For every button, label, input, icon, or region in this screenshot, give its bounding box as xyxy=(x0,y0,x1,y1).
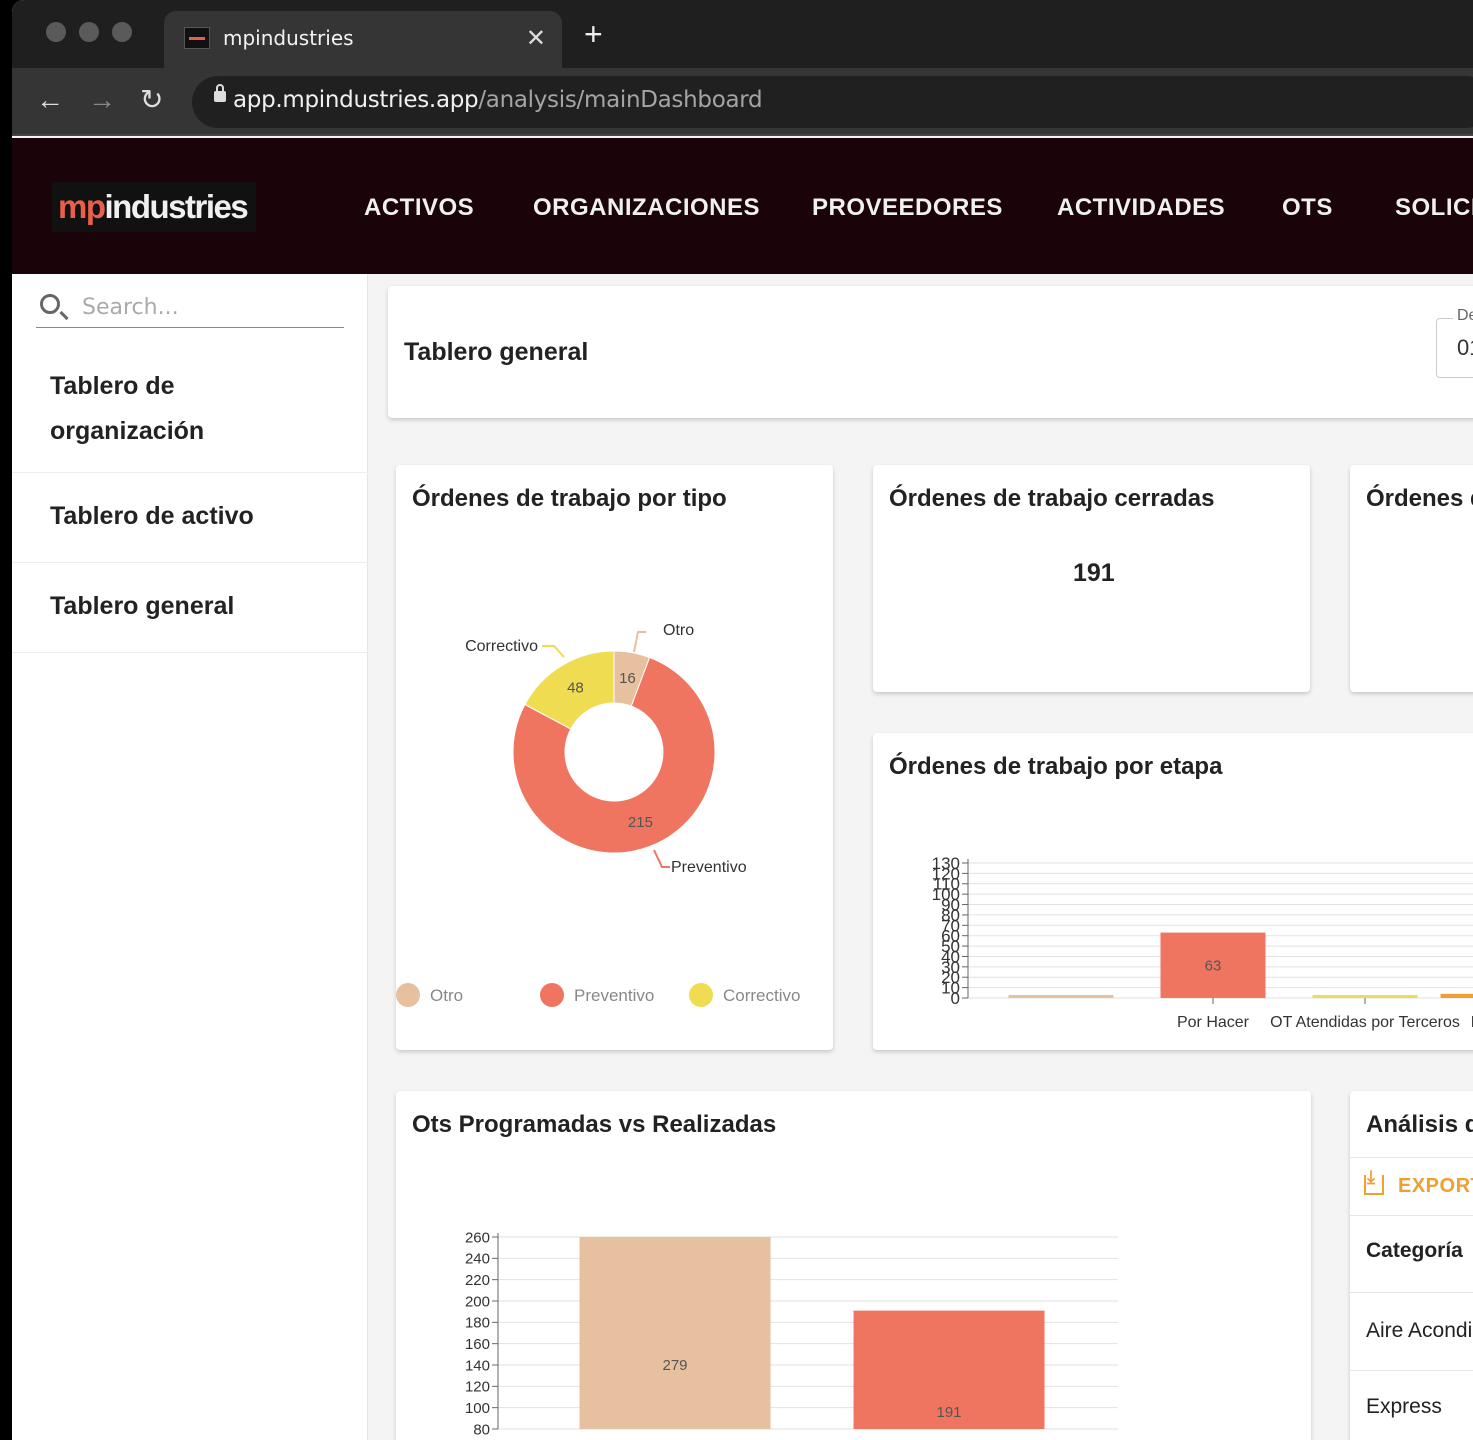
legend-swatch xyxy=(396,983,420,1007)
x-tick-label: Por Hacer xyxy=(1177,1014,1250,1031)
y-tick-label: 130 xyxy=(932,854,960,873)
bar[interactable] xyxy=(1440,993,1473,998)
sidebar-item-tablero-general[interactable]: Tablero general xyxy=(12,563,368,653)
y-tick-label: 140 xyxy=(465,1357,490,1374)
legend-swatch xyxy=(540,983,564,1007)
pie-callout-line xyxy=(653,849,670,868)
nav-proveedores[interactable]: PROVEEDORES xyxy=(812,194,1003,222)
bar-value-label: 191 xyxy=(936,1404,961,1421)
x-tick-label: OT Atendidas por Terceros xyxy=(1270,1014,1460,1031)
sidebar-item-label: organización xyxy=(50,417,205,445)
dashboard-header-card: Tablero general De 01 xyxy=(388,286,1473,418)
lock-icon xyxy=(214,84,226,102)
sidebar-item-tablero-activo[interactable]: Tablero de activo xyxy=(12,473,368,563)
table-row[interactable]: Express xyxy=(1350,1371,1473,1440)
sidebar: Tablero de organización Tablero de activ… xyxy=(12,274,368,1440)
reload-icon[interactable]: ↻ xyxy=(140,86,163,114)
programmed-vs-realized-chart: 80 100 120 140 160 180 200 220 240 260 279 191 xyxy=(465,1229,1118,1438)
table-header-categoria: Categoría xyxy=(1366,1239,1463,1262)
table-cell: Aire Acondi xyxy=(1366,1319,1473,1342)
programmed-vs-realized-card: Ots Programadas vs Realizadas 80 100 120 14… xyxy=(396,1091,1311,1440)
bar-value-label: 63 xyxy=(1205,957,1222,974)
orders-by-stage-card: Órdenes de trabajo por etapa 0 10 20 30 40 50… xyxy=(873,733,1473,1050)
sidebar-item-tablero-organizacion[interactable]: Tablero de organización xyxy=(12,358,368,473)
analysis-card: Análisis d EXPORT Categoría Aire Acondi … xyxy=(1350,1091,1473,1440)
export-button[interactable]: EXPORT xyxy=(1364,1167,1473,1198)
divider xyxy=(1350,1157,1473,1158)
pie-callout-label: Preventivo xyxy=(671,859,747,876)
browser-tab[interactable]: mpindustries ✕ xyxy=(164,11,562,68)
legend-label: Otro xyxy=(430,986,464,1005)
legend-label: Correctivo xyxy=(723,986,801,1005)
orders-by-type-chart: 16 Otro 215 Preventivo 48 Correctivo xyxy=(465,622,747,876)
y-tick-label: 240 xyxy=(465,1251,490,1268)
download-icon xyxy=(1364,1167,1384,1195)
y-tick-label: 180 xyxy=(465,1315,490,1332)
orders-by-stage-chart: 010203040506070809010011012013063Por Hac… xyxy=(932,854,1473,1031)
bar[interactable] xyxy=(1008,995,1114,998)
y-tick-label: 100 xyxy=(465,1400,490,1417)
address-bar: ← → ↻ app.mpindustries.app/analysis/main… xyxy=(12,68,1473,136)
page-title: Tablero general xyxy=(404,338,589,366)
nav-activos[interactable]: ACTIVOS xyxy=(364,194,474,222)
bar[interactable] xyxy=(1312,995,1418,998)
app-logo[interactable]: mpindustries xyxy=(52,182,256,232)
sidebar-item-label: Tablero de activo xyxy=(50,502,254,530)
pie-callout-label: Correctivo xyxy=(465,638,538,655)
orders-by-type-card: Órdenes de trabajo por tipo 16 Otro 215 Pre… xyxy=(396,465,833,1050)
url-field[interactable]: app.mpindustries.app/analysis/mainDashbo… xyxy=(192,76,1473,128)
date-from-field[interactable]: De 01 xyxy=(1436,307,1473,378)
bar-value-label: 279 xyxy=(662,1357,687,1374)
sidebar-search xyxy=(36,288,344,328)
pie-value-label: 215 xyxy=(628,814,653,831)
forward-icon[interactable]: → xyxy=(88,86,116,114)
closed-orders-card: Órdenes de trabajo cerradas 191 xyxy=(873,465,1310,692)
pie-callout-line xyxy=(633,631,646,653)
browser-titlebar: mpindustries ✕ + xyxy=(12,0,1473,68)
tab-title: mpindustries xyxy=(223,26,354,50)
window-maximize-dot[interactable] xyxy=(112,22,132,42)
card-title: Órdenes d xyxy=(1366,485,1473,512)
close-tab-icon[interactable]: ✕ xyxy=(526,24,546,53)
legend-swatch xyxy=(689,983,713,1007)
pie-value-label: 48 xyxy=(567,680,584,697)
y-tick-label: 220 xyxy=(465,1272,490,1289)
nav-organizaciones[interactable]: ORGANIZACIONES xyxy=(533,194,760,222)
table-header-row: Categoría xyxy=(1350,1215,1473,1293)
app-header: mpindustries ACTIVOS ORGANIZACIONES PROV… xyxy=(12,138,1473,274)
browser-window: mpindustries ✕ + ← → ↻ app.mpindustries.… xyxy=(12,0,1473,1440)
date-from-value: 01 xyxy=(1457,335,1473,360)
y-tick-label: 120 xyxy=(465,1379,490,1396)
nav-actividades[interactable]: ACTIVIDADES xyxy=(1057,194,1225,222)
window-close-dot[interactable] xyxy=(46,22,66,42)
search-icon xyxy=(40,294,60,314)
y-tick-label: 260 xyxy=(465,1229,490,1246)
orders-card-3: Órdenes d xyxy=(1350,465,1473,692)
legend-label: Preventivo xyxy=(574,986,655,1005)
nav-ots[interactable]: OTS xyxy=(1282,194,1333,222)
bar[interactable] xyxy=(579,1237,771,1429)
search-input[interactable] xyxy=(82,290,332,324)
new-tab-icon[interactable]: + xyxy=(584,18,603,50)
url-text: app.mpindustries.app/analysis/mainDashbo… xyxy=(233,87,763,113)
sidebar-item-label: Tablero general xyxy=(50,592,235,620)
nav-solicitudes[interactable]: SOLICI xyxy=(1395,194,1473,222)
card-title: Análisis d xyxy=(1366,1111,1473,1138)
pie-callout-line xyxy=(542,645,565,658)
sidebar-item-label: Tablero de xyxy=(50,372,175,400)
pie-callout-label: Otro xyxy=(663,622,694,639)
closed-orders-value: 191 xyxy=(1073,559,1115,587)
y-tick-label: 80 xyxy=(473,1421,490,1438)
window-minimize-dot[interactable] xyxy=(79,22,99,42)
back-icon[interactable]: ← xyxy=(36,86,64,114)
table-row[interactable]: Aire Acondi xyxy=(1350,1293,1473,1371)
y-tick-label: 200 xyxy=(465,1293,490,1310)
pie-value-label: 16 xyxy=(619,670,636,687)
y-tick-label: 160 xyxy=(465,1336,490,1353)
table-cell: Express xyxy=(1366,1395,1442,1418)
card-title: Órdenes de trabajo cerradas xyxy=(889,485,1215,512)
favicon-icon xyxy=(184,27,210,49)
date-from-label: De xyxy=(1453,307,1473,325)
